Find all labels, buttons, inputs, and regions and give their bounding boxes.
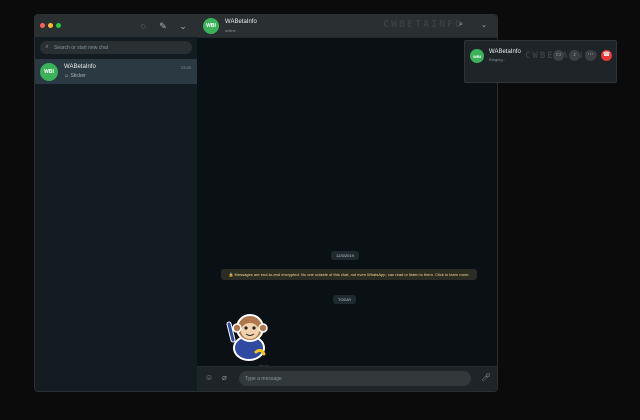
monkey-sticker[interactable] bbox=[223, 310, 275, 362]
decline-icon[interactable]: ☎ bbox=[601, 50, 612, 61]
chat-time: 22:00 bbox=[180, 65, 191, 70]
conversation-panel: WBI WABetaInfo online CWBETAINFO ⌕ ⌄ 12/… bbox=[197, 15, 497, 391]
status-icon[interactable]: ◌ bbox=[138, 21, 148, 31]
search-bar: ⌕ Search or start new chat bbox=[35, 37, 197, 60]
date-divider: 12/3/2019 bbox=[331, 251, 359, 260]
caller-name: WABetaInfo bbox=[489, 49, 521, 55]
message-input[interactable] bbox=[239, 371, 471, 386]
mic-icon[interactable]: ♪ bbox=[569, 50, 580, 61]
contact-name: WABetaInfo bbox=[225, 19, 257, 25]
search-icon: ⌕ bbox=[45, 44, 49, 50]
message-composer: ☺ ⌀ 🎤︎ bbox=[197, 366, 497, 391]
new-chat-icon[interactable]: ✎ bbox=[158, 21, 168, 31]
watermark: CWBETAINFO bbox=[383, 19, 464, 30]
more-icon[interactable]: ⋯ bbox=[585, 50, 596, 61]
close-window-button[interactable] bbox=[40, 23, 45, 28]
contact-status: online bbox=[225, 28, 236, 33]
encryption-notice[interactable]: 🔒 Messages are end-to-end encrypted. No … bbox=[221, 269, 477, 280]
avatar: WBI bbox=[40, 63, 58, 81]
window-controls bbox=[40, 23, 61, 28]
conversation-header[interactable]: WBI WABetaInfo online CWBETAINFO ⌕ ⌄ bbox=[197, 15, 497, 38]
sidebar-header: ◌ ✎ ⌄ bbox=[35, 15, 197, 37]
attach-icon[interactable]: ⌀ bbox=[222, 374, 227, 382]
maximize-window-button[interactable] bbox=[56, 23, 61, 28]
chat-preview: ☺ Sticker bbox=[64, 73, 86, 79]
menu-chevron-icon[interactable]: ⌄ bbox=[178, 21, 188, 31]
search-input[interactable]: ⌕ Search or start new chat bbox=[40, 41, 192, 54]
chat-name: WABetaInfo bbox=[64, 64, 96, 70]
call-status: Ringing... bbox=[489, 57, 506, 62]
avatar: WBI bbox=[470, 49, 484, 63]
mic-icon[interactable]: 🎤︎ bbox=[481, 374, 491, 382]
emoji-icon[interactable]: ☺ bbox=[205, 374, 213, 382]
minimize-window-button[interactable] bbox=[48, 23, 53, 28]
chat-list-item[interactable]: WBI WABetaInfo ☺ Sticker 22:00 bbox=[35, 59, 197, 84]
app-window: ◌ ✎ ⌄ ⌕ Search or start new chat WBI WAB… bbox=[34, 14, 498, 392]
message-list: 12/3/2019 🔒 Messages are end-to-end encr… bbox=[197, 38, 497, 369]
sticker-icon: ☺ bbox=[64, 73, 70, 79]
search-icon[interactable]: ⌕ bbox=[459, 21, 463, 29]
call-popup: WBI WABetaInfo Ringing... CWBETAINFO ▭ ♪… bbox=[464, 40, 617, 83]
chat-preview-text: Sticker bbox=[70, 73, 86, 79]
sidebar: ◌ ✎ ⌄ ⌕ Search or start new chat WBI WAB… bbox=[35, 15, 198, 391]
today-divider: TODAY bbox=[333, 295, 357, 304]
search-placeholder: Search or start new chat bbox=[54, 44, 109, 51]
avatar[interactable]: WBI bbox=[203, 18, 219, 34]
menu-chevron-icon[interactable]: ⌄ bbox=[481, 21, 487, 29]
video-icon[interactable]: ▭ bbox=[553, 50, 564, 61]
